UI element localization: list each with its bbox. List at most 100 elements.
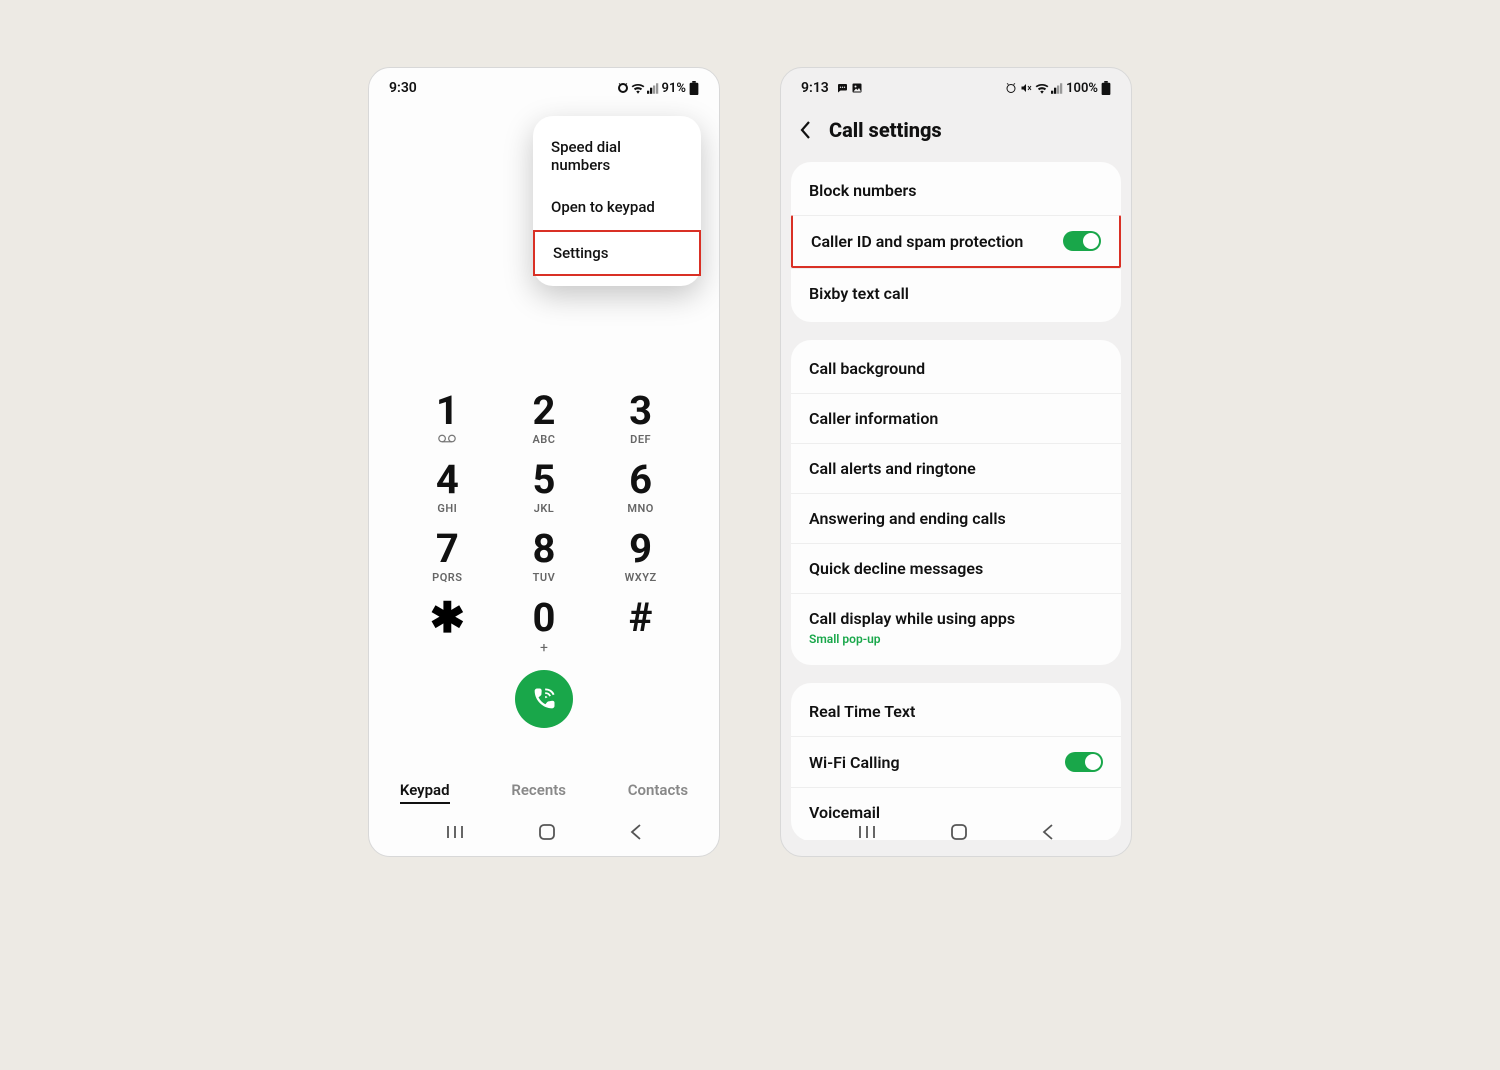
status-battery-text: 91% — [662, 81, 686, 96]
tab-contacts[interactable]: Contacts — [628, 781, 688, 804]
menu-item-speed-dial[interactable]: Speed dial numbers — [533, 126, 701, 186]
row-call-alerts[interactable]: Call alerts and ringtone — [791, 443, 1121, 493]
row-display-apps-sub: Small pop-up — [809, 632, 1015, 646]
key-star[interactable]: ✱ — [407, 598, 487, 656]
menu-item-settings[interactable]: Settings — [533, 230, 701, 276]
key-9-digit: 9 — [601, 529, 681, 569]
page-title: Call settings — [829, 118, 942, 142]
key-3[interactable]: 3 DEF — [601, 391, 681, 446]
nav-recents-icon[interactable] — [858, 825, 876, 839]
key-6[interactable]: 6MNO — [601, 460, 681, 515]
key-0-digit: 0 — [504, 598, 584, 638]
phone-call-settings-screen: 9:13 100% Call settings Block numbers — [780, 67, 1132, 857]
nav-home-icon[interactable] — [951, 824, 967, 840]
row-wifi-calling[interactable]: Wi-Fi Calling — [791, 736, 1121, 787]
battery-icon — [689, 81, 699, 95]
status-time: 9:13 — [801, 80, 829, 96]
image-icon — [851, 82, 863, 94]
tab-recents[interactable]: Recents — [511, 781, 566, 804]
alarm-icon — [1005, 82, 1017, 94]
menu-item-open-keypad[interactable]: Open to keypad — [533, 186, 701, 228]
nav-recents-icon[interactable] — [446, 825, 464, 839]
nav-back-icon[interactable] — [630, 824, 642, 840]
key-7-digit: 7 — [407, 529, 487, 569]
android-nav-bar — [781, 818, 1131, 846]
key-7[interactable]: 7 PQRS — [407, 529, 487, 584]
settings-list[interactable]: Block numbers Caller ID and spam protect… — [781, 162, 1131, 840]
key-5[interactable]: 5 JKL — [504, 460, 584, 515]
row-answering-label: Answering and ending calls — [809, 509, 1006, 528]
status-icons — [617, 82, 659, 94]
mute-icon — [1019, 82, 1033, 94]
row-block-numbers-label: Block numbers — [809, 181, 917, 200]
key-4-sub: GHI — [407, 502, 487, 515]
key-9[interactable]: 9WXYZ — [601, 529, 681, 584]
row-call-background[interactable]: Call background — [791, 344, 1121, 393]
status-icons — [1005, 82, 1063, 94]
key-5-digit: 5 — [504, 460, 584, 500]
row-answering-ending[interactable]: Answering and ending calls — [791, 493, 1121, 543]
key-3-digit: 3 — [601, 391, 681, 431]
caller-id-toggle[interactable] — [1063, 231, 1101, 251]
row-caller-info-label: Caller information — [809, 409, 938, 428]
wifi-icon — [1035, 83, 1049, 94]
call-button[interactable] — [515, 670, 573, 728]
key-7-sub: PQRS — [407, 571, 487, 584]
key-1-digit: 1 — [407, 391, 487, 431]
key-4-digit: 4 — [407, 460, 487, 500]
row-call-background-label: Call background — [809, 359, 925, 378]
key-5-sub: JKL — [504, 502, 584, 515]
key-8-sub: TUV — [504, 571, 584, 584]
row-quick-decline-label: Quick decline messages — [809, 559, 983, 578]
back-icon[interactable] — [799, 120, 813, 140]
signal-icon — [647, 83, 659, 94]
message-icon — [835, 82, 849, 94]
row-rtt-label: Real Time Text — [809, 702, 915, 721]
key-0-sub: + — [504, 640, 584, 656]
key-8-digit: 8 — [504, 529, 584, 569]
key-star-digit: ✱ — [407, 598, 487, 640]
voicemail-icon — [407, 433, 487, 446]
row-caller-id-spam[interactable]: Caller ID and spam protection — [791, 215, 1121, 268]
settings-group-1: Block numbers Caller ID and spam protect… — [791, 162, 1121, 322]
tab-keypad[interactable]: Keypad — [400, 781, 450, 804]
key-hash[interactable]: # — [601, 598, 681, 656]
phone-dialer-screen: 9:30 91% Speed dial numbers Open to keyp… — [368, 67, 720, 857]
settings-group-2: Call background Caller information Call … — [791, 340, 1121, 665]
key-1[interactable]: 1 — [407, 391, 487, 446]
row-rtt[interactable]: Real Time Text — [791, 687, 1121, 736]
overflow-menu: Speed dial numbers Open to keypad Settin… — [533, 116, 701, 286]
key-8[interactable]: 8 TUV — [504, 529, 584, 584]
wifi-calling-toggle[interactable] — [1065, 752, 1103, 772]
status-time: 9:30 — [389, 80, 417, 96]
status-battery-text: 100% — [1066, 81, 1098, 96]
settings-header: Call settings — [781, 102, 1131, 162]
key-2[interactable]: 2 ABC — [504, 391, 584, 446]
battery-icon — [1101, 81, 1111, 95]
key-0[interactable]: 0+ — [504, 598, 584, 656]
key-4[interactable]: 4 GHI — [407, 460, 487, 515]
row-call-display-apps[interactable]: Call display while using apps Small pop-… — [791, 593, 1121, 661]
key-3-sub: DEF — [601, 433, 681, 446]
bottom-tabs: Keypad Recents Contacts — [369, 781, 719, 804]
wifi-call-icon — [530, 685, 558, 713]
nav-back-icon[interactable] — [1042, 824, 1054, 840]
key-2-digit: 2 — [504, 391, 584, 431]
row-bixby-text-call[interactable]: Bixby text call — [791, 268, 1121, 318]
row-wifi-label: Wi-Fi Calling — [809, 753, 900, 772]
row-display-apps-label: Call display while using apps — [809, 609, 1015, 628]
row-quick-decline[interactable]: Quick decline messages — [791, 543, 1121, 593]
row-caller-information[interactable]: Caller information — [791, 393, 1121, 443]
row-block-numbers[interactable]: Block numbers — [791, 166, 1121, 215]
android-nav-bar — [369, 818, 719, 846]
row-caller-id-label: Caller ID and spam protection — [811, 232, 1023, 251]
row-call-alerts-label: Call alerts and ringtone — [809, 459, 976, 478]
key-2-sub: ABC — [504, 433, 584, 446]
alarm-icon — [617, 82, 629, 94]
nav-home-icon[interactable] — [539, 824, 555, 840]
settings-group-3: Real Time Text Wi-Fi Calling Voicemail — [791, 683, 1121, 840]
status-bar: 9:30 91% — [369, 68, 719, 102]
dial-keypad: 1 2 ABC 3 DEF 4 GHI 5 JKL 6MNO 7 PQRS 8 TUV 9W… — [369, 391, 719, 728]
key-hash-digit: # — [601, 598, 681, 638]
key-6-digit: 6 — [601, 460, 681, 500]
